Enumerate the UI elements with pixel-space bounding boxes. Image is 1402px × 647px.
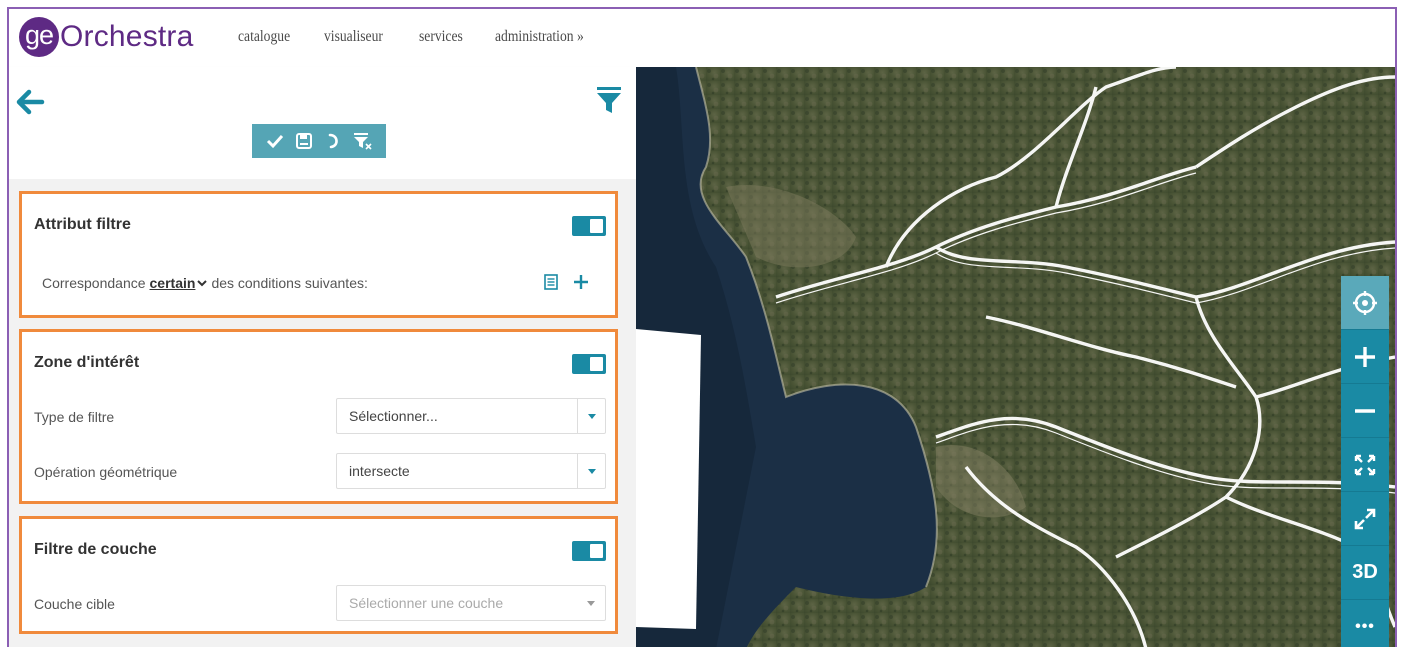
- main-nav: catalogue visualiseur services administr…: [238, 28, 625, 46]
- filter-type-value: Sélectionner...: [349, 408, 438, 424]
- zone-title: Zone d'intérêt: [34, 354, 140, 371]
- zoom-extent-button[interactable]: [1341, 438, 1389, 492]
- back-arrow-icon[interactable]: [15, 87, 45, 117]
- zoom-out-button[interactable]: [1341, 384, 1389, 438]
- filter-funnel-icon[interactable]: [596, 85, 622, 115]
- caret-down-icon: [577, 399, 605, 433]
- georchestra-logo[interactable]: ge Orchestra: [19, 17, 194, 57]
- crosshair-icon: [1353, 290, 1377, 315]
- nav-services[interactable]: services: [419, 28, 463, 46]
- zoom-in-button[interactable]: [1341, 330, 1389, 384]
- add-condition-icon[interactable]: [573, 274, 589, 290]
- more-options-button[interactable]: •••: [1341, 600, 1389, 647]
- nav-visualiseur[interactable]: visualiseur: [324, 28, 383, 46]
- logo-text: Orchestra: [60, 20, 194, 53]
- logo-circle: ge: [19, 17, 59, 57]
- match-suffix: des conditions suivantes:: [211, 275, 368, 291]
- chevron-down-icon: [197, 280, 208, 287]
- document-icon[interactable]: [544, 274, 558, 290]
- map-view[interactable]: 3D •••: [636, 67, 1395, 647]
- attribute-filter-title: Attribut filtre: [34, 216, 131, 233]
- plus-icon: [1355, 346, 1375, 367]
- target-layer-select[interactable]: Sélectionner une couche: [336, 585, 606, 621]
- satellite-map: [636, 67, 1395, 647]
- geometric-operation-label: Opération géométrique: [34, 464, 178, 480]
- fullscreen-button[interactable]: [1341, 492, 1389, 546]
- minus-icon: [1355, 408, 1375, 413]
- caret-down-icon: [577, 454, 605, 488]
- extent-icon: [1354, 454, 1376, 475]
- geometric-operation-value: intersecte: [349, 463, 410, 479]
- top-header: ge Orchestra catalogue visualiseur servi…: [9, 9, 1395, 67]
- clear-filter-icon: [354, 133, 372, 150]
- attribute-filter-card: Attribut filtre Correspondance certain d…: [19, 191, 618, 318]
- save-filter-button[interactable]: [293, 130, 315, 152]
- layer-filter-title: Filtre de couche: [34, 541, 157, 558]
- nav-administration[interactable]: administration »: [495, 28, 584, 46]
- target-layer-label: Couche cible: [34, 596, 115, 612]
- target-layer-placeholder: Sélectionner une couche: [349, 595, 504, 611]
- expand-icon: [1354, 508, 1376, 529]
- layer-filter-card: Filtre de couche Couche cible Sélectionn…: [19, 516, 618, 634]
- filter-panel: Attribut filtre Correspondance certain d…: [9, 67, 636, 647]
- filter-type-select[interactable]: Sélectionner...: [336, 398, 606, 434]
- zone-toggle[interactable]: [572, 354, 606, 374]
- clear-filter-button[interactable]: [352, 130, 374, 152]
- app-frame: ge Orchestra catalogue visualiseur servi…: [7, 7, 1397, 647]
- check-icon: [266, 134, 283, 149]
- locate-button[interactable]: [1341, 276, 1389, 330]
- undo-filter-button[interactable]: [323, 130, 345, 152]
- match-mode-dropdown[interactable]: certain: [150, 275, 208, 291]
- save-icon: [296, 133, 313, 149]
- match-prefix: Correspondance: [42, 275, 146, 291]
- undo-icon: [328, 133, 338, 149]
- zone-of-interest-card: Zone d'intérêt Type de filtre Sélectionn…: [19, 329, 618, 504]
- apply-filter-button[interactable]: [264, 130, 286, 152]
- attribute-filter-toggle[interactable]: [572, 216, 606, 236]
- map-controls: 3D •••: [1341, 276, 1389, 647]
- filter-type-label: Type de filtre: [34, 409, 115, 425]
- filter-content: Attribut filtre Correspondance certain d…: [9, 179, 636, 647]
- filter-actions-toolbar: [252, 124, 386, 158]
- nav-catalogue[interactable]: catalogue: [238, 28, 290, 46]
- geometric-operation-select[interactable]: intersecte: [336, 453, 606, 489]
- caret-down-icon: [577, 586, 605, 620]
- panel-toolbar: [9, 67, 636, 179]
- match-condition-row: Correspondance certain des conditions su…: [42, 275, 368, 291]
- match-mode-value: certain: [149, 275, 196, 291]
- 3d-view-button[interactable]: 3D: [1341, 546, 1389, 600]
- layer-filter-toggle[interactable]: [572, 541, 606, 561]
